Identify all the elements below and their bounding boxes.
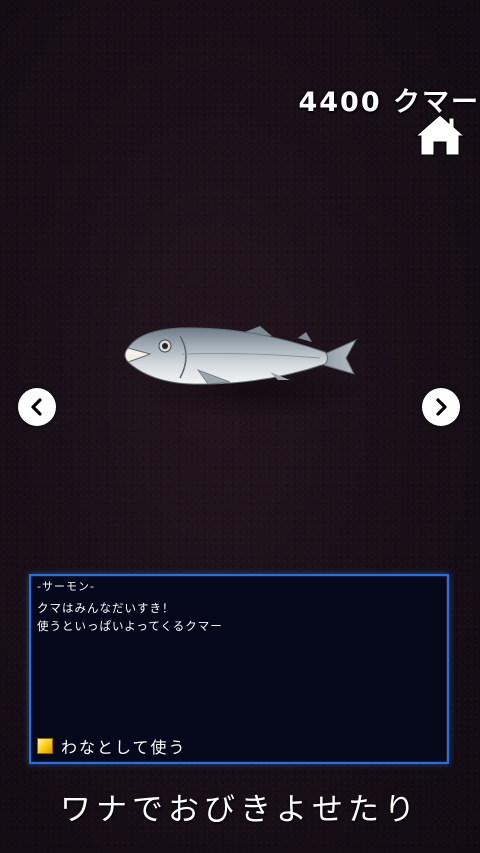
use-as-trap-checkbox[interactable] [37, 738, 53, 754]
next-item-button[interactable] [422, 388, 460, 426]
item-name: -サーモン- [37, 580, 95, 593]
home-button[interactable] [413, 112, 467, 158]
prev-item-button[interactable] [18, 388, 56, 426]
chevron-right-icon [436, 398, 447, 416]
home-icon [414, 114, 466, 156]
item-description-line-2: 使うといっぱいよってくるクマー [37, 619, 223, 633]
item-description-line-1: クマはみんなだいすき！ [37, 601, 175, 615]
salmon-fish-icon [120, 318, 360, 398]
use-as-trap-label: わなとして使う [61, 738, 187, 757]
use-as-trap-option[interactable]: わなとして使う [37, 734, 187, 758]
bottom-caption: ワナでおびきよせたり [60, 792, 420, 828]
chevron-left-icon [31, 398, 42, 416]
item-info-panel: -サーモン- クマはみんなだいすき！ 使うといっぱいよってくるクマー わなとして… [29, 574, 449, 764]
